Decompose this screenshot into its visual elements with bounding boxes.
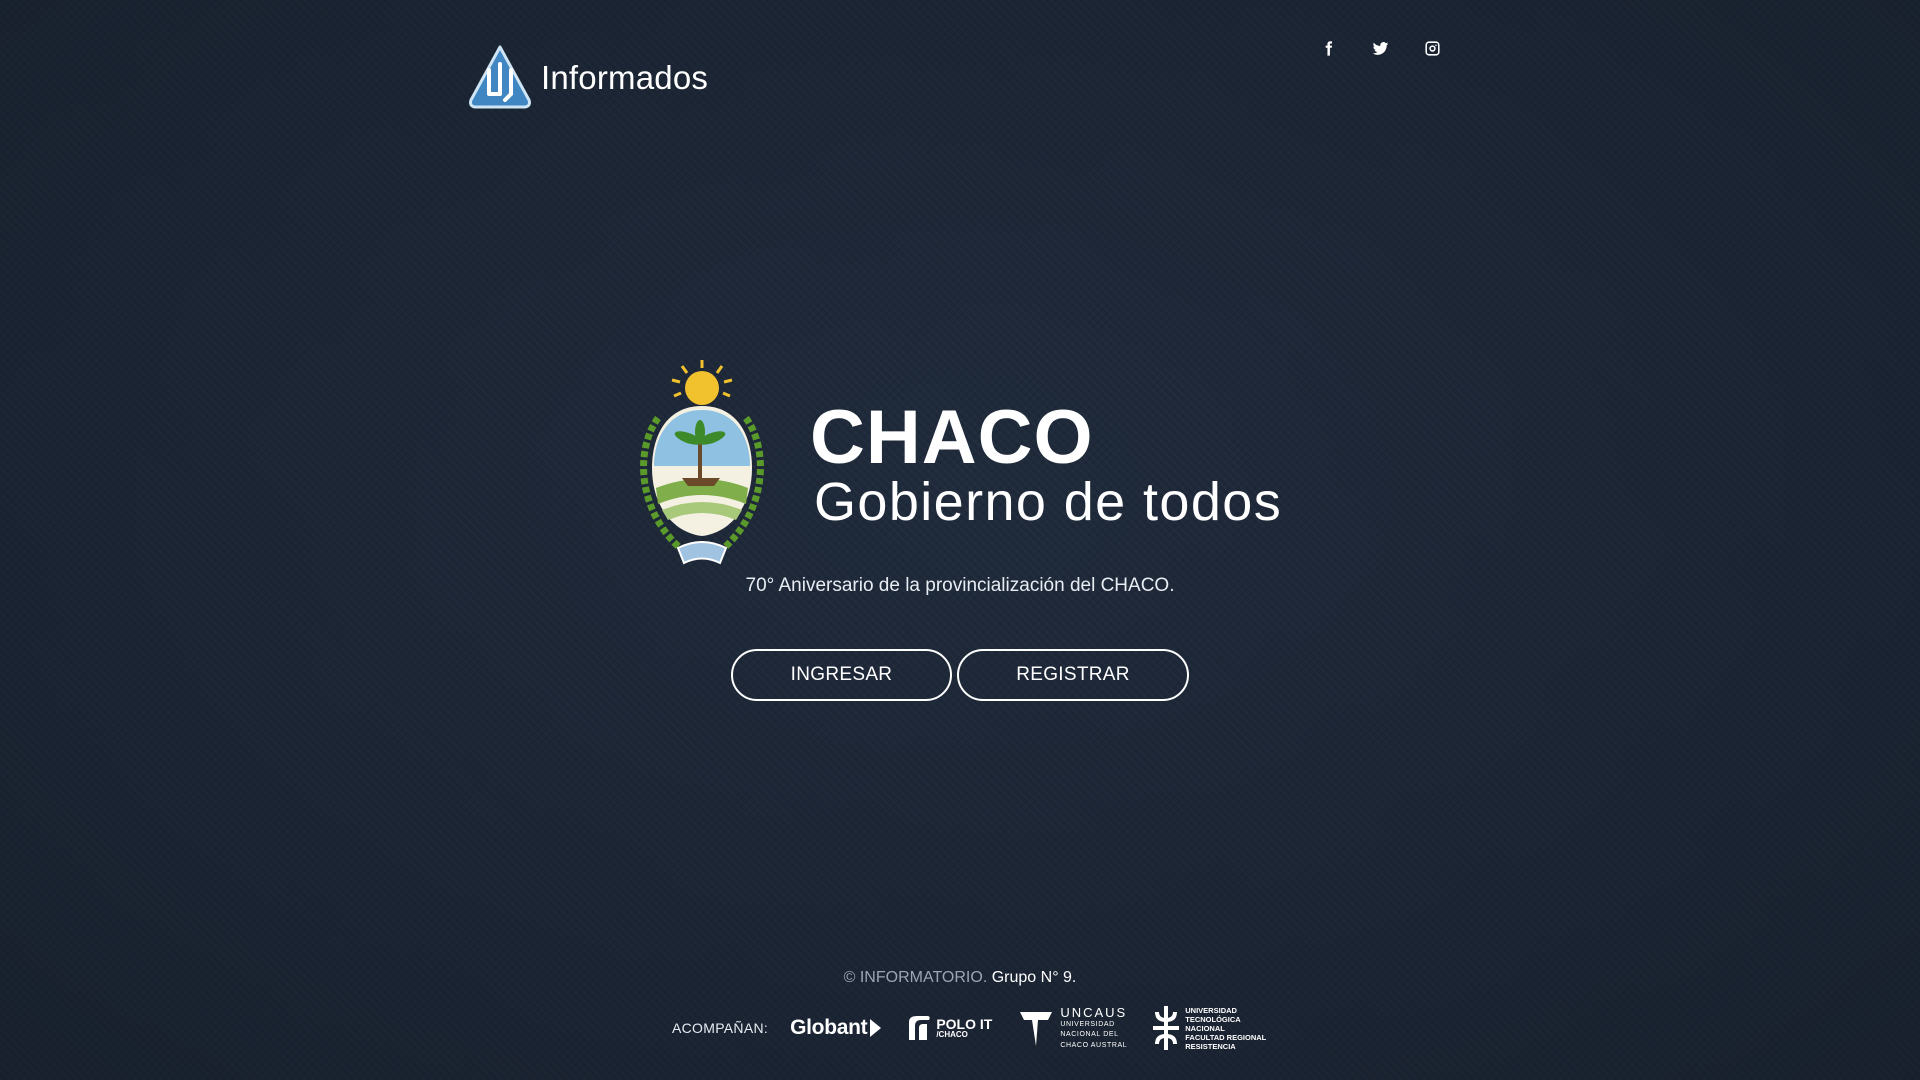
sponsors-bar: ACOMPAÑAN: Globant POLO IT /CHACO UNCAUS…	[672, 1004, 1297, 1052]
globant-wordmark: Globant	[790, 1016, 868, 1039]
utn-line4: RESISTENCIA	[1185, 1041, 1236, 1051]
copyright-org: © INFORMATORIO.	[843, 969, 988, 986]
informados-logo-icon	[469, 45, 531, 109]
instagram-icon	[1424, 40, 1440, 56]
footer-copyright: © INFORMATORIO. Grupo N° 9.	[0, 969, 1920, 987]
utn-mark-icon	[1153, 1006, 1180, 1050]
uncaus-mark-icon	[1020, 1011, 1053, 1046]
polo-it-sub: /CHACO	[936, 1030, 968, 1039]
polo-it-logo[interactable]: POLO IT /CHACO	[907, 1014, 992, 1042]
social-links	[1318, 38, 1442, 58]
uncaus-logo[interactable]: UNCAUS UNIVERSIDAD NACIONAL DEL CHACO AU…	[1018, 1006, 1127, 1049]
instagram-link[interactable]	[1422, 38, 1442, 58]
brand-home-link[interactable]: Informados	[465, 44, 708, 112]
login-button[interactable]: INGRESAR	[731, 649, 952, 701]
chaco-coat-of-arms-icon	[640, 360, 764, 565]
hero-title: CHACO	[810, 395, 1094, 480]
twitter-link[interactable]	[1370, 38, 1390, 58]
uncaus-line2: NACIONAL DEL	[1060, 1031, 1119, 1039]
globant-logo[interactable]: Globant	[790, 1016, 882, 1040]
utn-line3: FACULTAD REGIONAL	[1185, 1032, 1267, 1042]
copyright-group: Grupo N° 9.	[991, 969, 1077, 986]
uncaus-main: UNCAUS	[1060, 1005, 1128, 1021]
hero-banner: CHACO Gobierno de todos	[630, 358, 1290, 573]
polo-it-mark-icon	[909, 1016, 930, 1040]
uncaus-line1: UNIVERSIDAD	[1060, 1021, 1115, 1029]
sponsors-label: ACOMPAÑAN:	[672, 1020, 769, 1036]
brand-name: Informados	[541, 59, 709, 96]
auth-actions: INGRESAR REGISTRAR	[731, 649, 1189, 701]
utn-line2: TECNOLÓGICA NACIONAL	[1185, 1014, 1241, 1033]
register-button[interactable]: REGISTRAR	[957, 649, 1189, 701]
utn-frre-logo[interactable]: UNIVERSIDAD TECNOLÓGICA NACIONAL FACULTA…	[1153, 1006, 1271, 1051]
twitter-icon	[1372, 41, 1388, 55]
chevron-right-icon	[870, 1019, 882, 1037]
uncaus-line3: CHACO AUSTRAL	[1060, 1041, 1128, 1049]
hero-subtitle: Gobierno de todos	[814, 472, 1283, 532]
facebook-icon	[1325, 40, 1332, 56]
utn-line1: UNIVERSIDAD	[1185, 1005, 1237, 1015]
facebook-link[interactable]	[1318, 38, 1338, 58]
anniversary-tagline: 70° Aniversario de la provincialización …	[745, 575, 1175, 596]
